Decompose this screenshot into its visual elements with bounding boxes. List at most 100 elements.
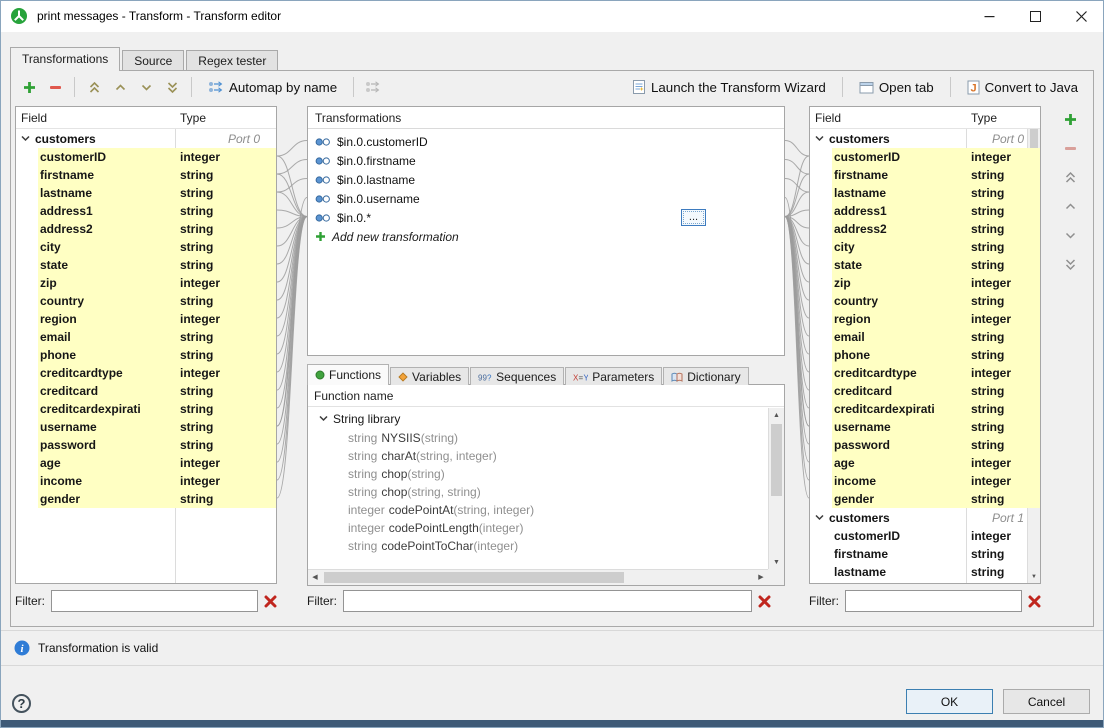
field-row[interactable]: regioninteger [810, 310, 1040, 328]
field-row[interactable]: creditcardstring [16, 382, 276, 400]
field-row[interactable]: lastnamestring [810, 563, 1040, 581]
field-row[interactable]: phonestring [810, 346, 1040, 364]
field-row[interactable]: countrystring [16, 292, 276, 310]
open-mapping-dialog-button[interactable]: ... [681, 209, 706, 226]
launch-transform-wizard-button[interactable]: Launch the Transform Wizard [625, 76, 833, 98]
move-to-bottom-icon[interactable] [1060, 254, 1080, 274]
field-row[interactable]: countrystring [810, 292, 1040, 310]
field-row[interactable]: usernamestring [810, 418, 1040, 436]
function-row[interactable]: integercodePointLength(integer) [308, 519, 768, 537]
field-row[interactable]: emailstring [810, 328, 1040, 346]
tab-variables[interactable]: Variables [390, 367, 469, 385]
target-filter-input[interactable] [845, 590, 1022, 612]
add-field-icon[interactable] [1060, 109, 1080, 129]
move-down-icon[interactable] [1060, 225, 1080, 245]
add-mapping-icon[interactable] [19, 77, 39, 97]
cancel-button[interactable]: Cancel [1003, 689, 1090, 714]
field-row[interactable]: firstnamestring [810, 545, 1040, 563]
field-row[interactable]: lastnamestring [810, 184, 1040, 202]
function-library-group[interactable]: String library [308, 408, 768, 429]
tab-source[interactable]: Source [122, 50, 184, 70]
field-row[interactable]: statestring [810, 256, 1040, 274]
move-up-icon[interactable] [1060, 196, 1080, 216]
field-row[interactable]: customerIDinteger [810, 527, 1040, 545]
scrollbar-thumb[interactable] [771, 424, 782, 496]
remove-mapping-icon[interactable] [45, 77, 65, 97]
field-row[interactable]: creditcardexpiratistring [16, 400, 276, 418]
field-row[interactable]: ageinteger [810, 454, 1040, 472]
field-row[interactable]: genderstring [16, 490, 276, 508]
field-row[interactable]: address1string [810, 202, 1040, 220]
field-row[interactable]: passwordstring [16, 436, 276, 454]
close-button[interactable] [1058, 0, 1104, 32]
ok-button[interactable]: OK [906, 689, 993, 714]
field-row[interactable]: usernamestring [16, 418, 276, 436]
transformation-row[interactable]: $in.0.customerID [308, 132, 784, 151]
clear-filter-icon[interactable] [264, 595, 277, 608]
help-button[interactable]: ? [12, 694, 31, 713]
transformation-row[interactable]: $in.0.username [308, 189, 784, 208]
field-row[interactable]: incomeinteger [16, 472, 276, 490]
transformation-row[interactable]: $in.0.*... [308, 208, 784, 227]
field-row[interactable]: creditcardtypeinteger [810, 364, 1040, 382]
record-group-row[interactable]: customersPort 0 [16, 129, 276, 148]
field-row[interactable]: zipinteger [810, 274, 1040, 292]
record-group-row[interactable]: customersPort 0 [810, 129, 1040, 148]
functions-filter-input[interactable] [343, 590, 752, 612]
automap-by-name-button[interactable]: Automap by name [201, 77, 344, 98]
transformation-row[interactable]: $in.0.firstname [308, 151, 784, 170]
field-row[interactable]: emailstring [16, 328, 276, 346]
field-row[interactable]: passwordstring [810, 436, 1040, 454]
convert-to-java-button[interactable]: J Convert to Java [960, 77, 1085, 98]
vertical-scrollbar[interactable]: ▲ ▼ [768, 408, 784, 569]
tab-transformations[interactable]: Transformations [10, 47, 120, 70]
scroll-down-arrow[interactable]: ▼ [769, 555, 784, 569]
tab-dictionary[interactable]: Dictionary [663, 367, 748, 385]
move-to-bottom-icon[interactable] [162, 77, 182, 97]
open-tab-button[interactable]: Open tab [852, 77, 941, 98]
clear-filter-icon[interactable] [1028, 595, 1041, 608]
scrollbar-thumb[interactable] [324, 572, 624, 583]
function-row[interactable]: integercodePointAt(string, integer) [308, 501, 768, 519]
field-row[interactable]: customerIDinteger [810, 148, 1040, 166]
column-header-field[interactable]: Field [16, 107, 175, 128]
function-row[interactable]: stringchop(string, string) [308, 483, 768, 501]
move-to-top-icon[interactable] [84, 77, 104, 97]
column-header-field[interactable]: Field [810, 107, 966, 128]
tab-sequences[interactable]: 99?Sequences [470, 367, 564, 385]
field-row[interactable]: phonestring [16, 346, 276, 364]
field-row[interactable]: lastnamestring [16, 184, 276, 202]
tab-functions[interactable]: Functions [307, 364, 389, 385]
field-row[interactable]: address1string [16, 202, 276, 220]
field-row[interactable]: customerIDinteger [16, 148, 276, 166]
field-row[interactable]: regioninteger [16, 310, 276, 328]
field-row[interactable]: incomeinteger [810, 472, 1040, 490]
tab-parameters[interactable]: X=YParameters [565, 367, 662, 385]
source-filter-input[interactable] [51, 590, 258, 612]
field-row[interactable]: creditcardtypeinteger [16, 364, 276, 382]
record-group-row[interactable]: customersPort 1 [810, 508, 1040, 527]
field-row[interactable]: address2string [16, 220, 276, 238]
field-row[interactable]: firstnamestring [16, 166, 276, 184]
scroll-right-arrow[interactable]: ▶ [754, 570, 768, 585]
field-row[interactable]: creditcardstring [810, 382, 1040, 400]
field-row[interactable]: genderstring [810, 490, 1040, 508]
tree-expander-icon[interactable] [815, 134, 828, 143]
tab-regex-tester[interactable]: Regex tester [186, 50, 278, 70]
field-row[interactable]: firstnamestring [810, 166, 1040, 184]
move-down-icon[interactable] [136, 77, 156, 97]
scroll-up-arrow[interactable]: ▲ [769, 408, 784, 422]
maximize-button[interactable] [1012, 0, 1058, 32]
tree-expander-icon[interactable] [319, 414, 332, 423]
minimize-button[interactable] [966, 0, 1012, 32]
column-header-type[interactable]: Type [175, 107, 211, 128]
field-row[interactable]: statestring [16, 256, 276, 274]
move-up-icon[interactable] [110, 77, 130, 97]
move-to-top-icon[interactable] [1060, 167, 1080, 187]
function-row[interactable]: stringchop(string) [308, 465, 768, 483]
field-row[interactable]: citystring [810, 238, 1040, 256]
horizontal-scrollbar[interactable]: ◀ ▶ [308, 569, 768, 585]
tree-expander-icon[interactable] [815, 513, 828, 522]
column-header-type[interactable]: Type [966, 107, 1002, 128]
field-row[interactable]: citystring [16, 238, 276, 256]
